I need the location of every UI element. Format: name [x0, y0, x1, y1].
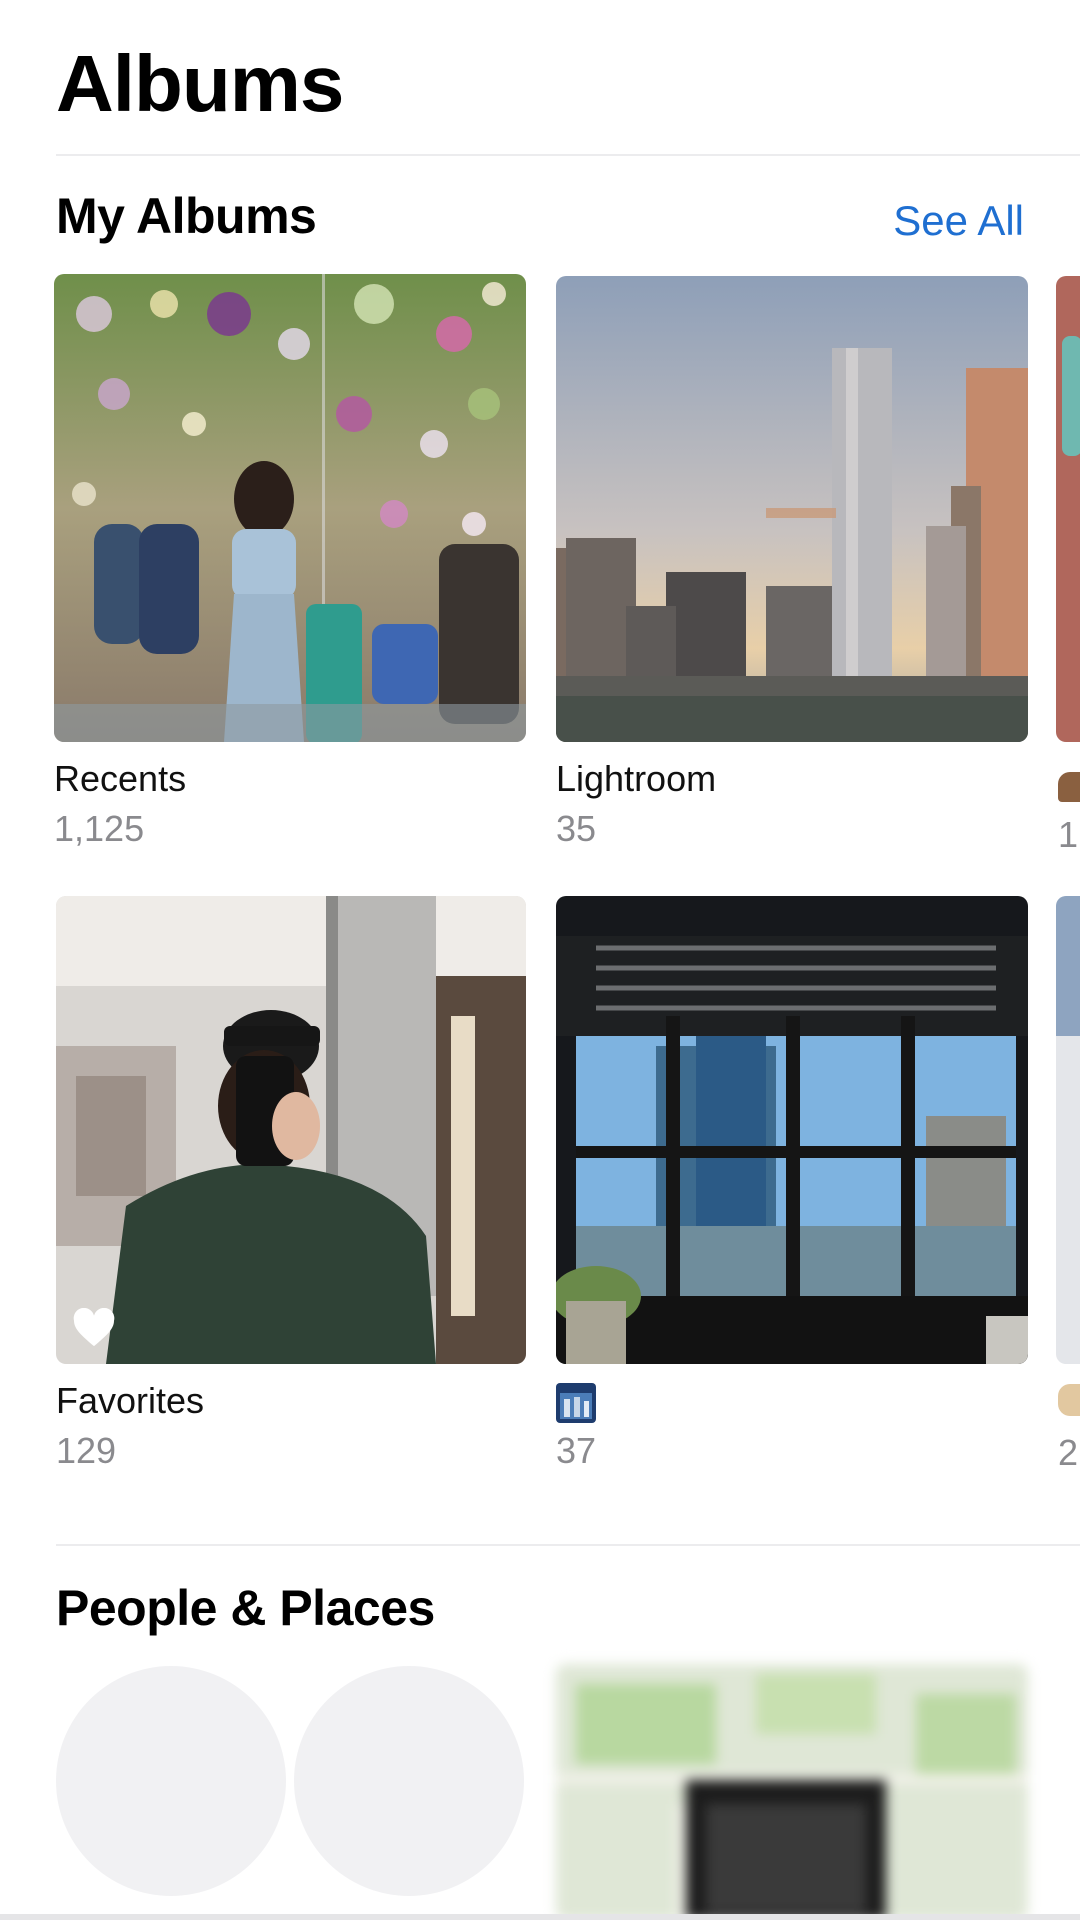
city-skyline-photo — [556, 276, 1028, 742]
bottom-edge — [0, 1914, 1080, 1920]
album-recents[interactable]: Recents 1,125 — [54, 274, 526, 852]
peek-thumbnail-icon — [1058, 772, 1080, 802]
album-count: 37 — [556, 1430, 597, 1471]
album-thumbnail-favorites[interactable] — [56, 896, 526, 1364]
album-peek-top[interactable] — [1056, 276, 1080, 742]
albums-screen: Albums My Albums See All Recents 1,125 L… — [0, 0, 1080, 1920]
album-window-view[interactable]: 37 — [556, 896, 1028, 1474]
album-count: 35 — [556, 808, 597, 849]
album-name: Recents — [54, 758, 187, 799]
album-thumbnail-window-view[interactable] — [556, 896, 1028, 1364]
header-divider — [56, 154, 1080, 156]
album-peek-bottom[interactable] — [1056, 896, 1080, 1364]
album-count: 1,125 — [54, 808, 145, 849]
album-name: Favorites — [56, 1380, 205, 1421]
album-thumbnail-lightroom[interactable] — [556, 276, 1028, 742]
person-avatar[interactable] — [294, 1666, 524, 1896]
peek-thumbnail-icon — [1058, 1384, 1080, 1416]
album-thumbnail-recents[interactable] — [54, 274, 526, 742]
map-thumbnail — [556, 1664, 1028, 1920]
person-avatar[interactable] — [56, 1666, 286, 1896]
my-albums-section-title: My Albums — [56, 188, 317, 244]
places-map-card[interactable] — [556, 1664, 1028, 1920]
page-title: Albums — [56, 39, 344, 128]
people-places-section-title: People & Places — [56, 1580, 435, 1636]
flower-room-photo — [54, 274, 526, 742]
photo-thumbnail-icon — [556, 1383, 596, 1424]
album-count: 129 — [56, 1430, 117, 1471]
see-all-button[interactable]: See All — [893, 194, 1024, 248]
album-name-row — [556, 1378, 1028, 1424]
album-favorites[interactable]: Favorites 129 — [56, 896, 528, 1474]
album-lightroom[interactable]: Lightroom 35 — [556, 276, 1028, 852]
section-divider — [56, 1544, 1080, 1546]
album-name: Lightroom — [556, 758, 717, 799]
peek-count: 1 — [1058, 814, 1079, 855]
mirror-selfie-photo — [56, 896, 526, 1364]
window-view-photo — [556, 896, 1028, 1364]
heart-icon — [73, 1308, 115, 1347]
peek-count: 2 — [1058, 1432, 1079, 1473]
